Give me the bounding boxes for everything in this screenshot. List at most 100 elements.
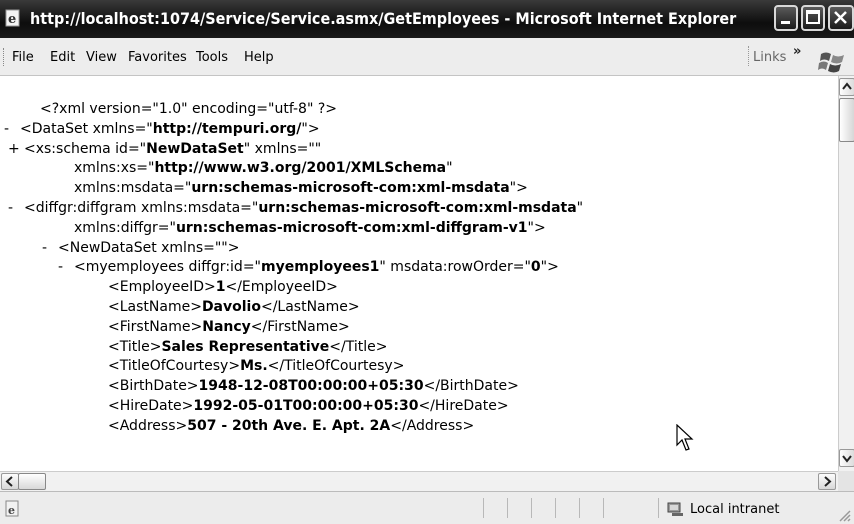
status-pane	[531, 498, 554, 518]
xml-markup: </TitleOfCourtesy>	[267, 358, 405, 375]
menu-file[interactable]: File	[12, 50, 34, 65]
xml-value: Nancy	[202, 318, 251, 335]
vertical-scroll-thumb[interactable]	[839, 98, 854, 142]
horizontal-scrollbar[interactable]	[0, 471, 838, 491]
xml-markup: xmlns:msdata="	[74, 180, 192, 197]
xml-markup: <TitleOfCourtesy>	[108, 358, 241, 375]
xml-markup: <myemployees diffgr:id="	[74, 259, 261, 276]
xml-value: Davolio	[201, 298, 261, 315]
xml-markup: "	[446, 160, 453, 177]
xml-markup: </FirstName>	[250, 318, 350, 335]
scroll-right-button[interactable]	[818, 473, 836, 490]
xml-markup: xmlns:diffgr="	[74, 219, 176, 236]
minimize-button[interactable]	[774, 5, 798, 31]
maximize-button[interactable]	[801, 5, 825, 31]
xml-markup: <LastName>	[108, 298, 202, 315]
xml-value: NewDataSet	[146, 140, 244, 157]
xml-markup: </Address>	[390, 417, 475, 434]
xml-markup: </Title>	[329, 338, 388, 355]
xml-markup: ">	[527, 219, 546, 236]
xml-markup: ">	[540, 259, 559, 276]
xml-value: Ms.	[240, 358, 268, 375]
menu-favorites[interactable]: Favorites	[128, 50, 187, 65]
status-pane	[507, 498, 530, 518]
minimize-icon	[781, 21, 790, 24]
resize-grip-icon[interactable]	[836, 507, 852, 523]
xml-markup: </LastName>	[260, 298, 360, 315]
maximize-icon	[806, 10, 820, 24]
xml-document-view[interactable]: <?xml version="1.0" encoding="utf-8" ?> -…	[0, 76, 838, 471]
xml-markup: ">	[301, 120, 320, 137]
scroll-left-button[interactable]	[1, 473, 19, 490]
menu-view[interactable]: View	[86, 50, 117, 65]
window-title: http://localhost:1074/Service/Service.as…	[30, 9, 737, 28]
windows-logo-icon	[818, 52, 844, 73]
scrollbar-corner	[838, 471, 854, 491]
close-button[interactable]	[828, 5, 854, 31]
arrow-down-icon	[842, 455, 852, 463]
menu-help[interactable]: Help	[244, 50, 274, 65]
xml-markup: <NewDataSet xmlns="">	[58, 239, 240, 256]
xml-markup: xmlns:xs="	[74, 160, 155, 177]
xml-markup: <EmployeeID>	[108, 279, 216, 296]
mouse-cursor-icon	[676, 424, 694, 451]
collapse-node-toggle[interactable]: -	[8, 199, 13, 219]
arrow-right-icon	[824, 476, 832, 487]
xml-markup: <?xml version="1.0" encoding="utf-8" ?>	[40, 101, 338, 117]
xml-value: 1948-12-08T00:00:00+05:30	[198, 378, 424, 395]
xml-markup: <BirthDate>	[108, 378, 199, 395]
toolbar-grip[interactable]	[3, 48, 6, 66]
page-done-icon: e	[5, 500, 19, 517]
xml-value: urn:schemas-microsoft-com:xml-msdata	[191, 180, 510, 197]
xml-markup: <Address>	[108, 417, 188, 434]
xml-value: http://tempuri.org/	[152, 120, 302, 137]
scroll-down-button[interactable]	[839, 449, 854, 467]
close-icon	[834, 11, 847, 24]
xml-value: Sales Representative	[161, 338, 330, 355]
xml-markup: " xmlns=""	[243, 140, 322, 157]
xml-markup: <diffgr:diffgram xmlns:msdata="	[24, 199, 259, 216]
xml-markup: <xs:schema id="	[24, 140, 147, 157]
xml-value: myemployees1	[260, 259, 380, 276]
menu-bar: File Edit View Favorites Tools Help Link…	[0, 38, 854, 76]
xml-markup: <FirstName>	[108, 318, 203, 335]
horizontal-scroll-thumb[interactable]	[18, 473, 46, 490]
security-zone-label: Local intranet	[690, 502, 780, 517]
arrow-left-icon	[5, 476, 13, 487]
arrow-up-icon	[842, 82, 852, 90]
title-bar[interactable]: e http://localhost:1074/Service/Service.…	[0, 0, 854, 38]
xml-value: http://www.w3.org/2001/XMLSchema	[154, 160, 447, 177]
links-toolbar[interactable]: Links	[753, 50, 786, 65]
status-pane	[483, 498, 506, 518]
xml-markup: <Title>	[108, 338, 162, 355]
xml-value: urn:schemas-microsoft-com:xml-msdata	[258, 199, 577, 216]
collapse-node-toggle[interactable]: -	[4, 120, 9, 140]
xml-value: 1992-05-01T00:00:00+05:30	[193, 397, 419, 414]
status-bar: e Local intranet	[0, 491, 854, 524]
menu-edit[interactable]: Edit	[50, 50, 75, 65]
xml-markup: <HireDate>	[108, 397, 194, 414]
status-pane	[603, 498, 626, 518]
xml-markup: "	[576, 199, 584, 216]
xml-markup: " msdata:rowOrder="	[379, 259, 531, 276]
xml-markup: <DataSet xmlns="	[20, 120, 153, 137]
xml-markup: </BirthDate>	[423, 378, 519, 395]
collapse-node-toggle[interactable]: -	[42, 239, 47, 259]
xml-value: 0	[530, 259, 541, 276]
menu-tools[interactable]: Tools	[196, 50, 228, 65]
xml-markup: </HireDate>	[418, 397, 509, 414]
vertical-scrollbar[interactable]	[838, 76, 854, 471]
svg-text:e: e	[8, 12, 16, 27]
xml-markup: </EmployeeID>	[225, 279, 338, 296]
status-pane	[579, 498, 602, 518]
expand-node-toggle[interactable]: +	[8, 140, 20, 160]
links-separator	[748, 46, 749, 66]
svg-text:e: e	[8, 504, 15, 517]
xml-value: urn:schemas-microsoft-com:xml-diffgram-v…	[175, 219, 528, 236]
xml-markup: ">	[509, 180, 528, 197]
xml-value: 507 - 20th Ave. E. Apt. 2A	[187, 417, 391, 434]
links-chevron[interactable]: »	[793, 44, 801, 59]
ie-page-icon: e	[5, 9, 20, 27]
scroll-up-button[interactable]	[839, 78, 854, 96]
collapse-node-toggle[interactable]: -	[58, 258, 63, 278]
